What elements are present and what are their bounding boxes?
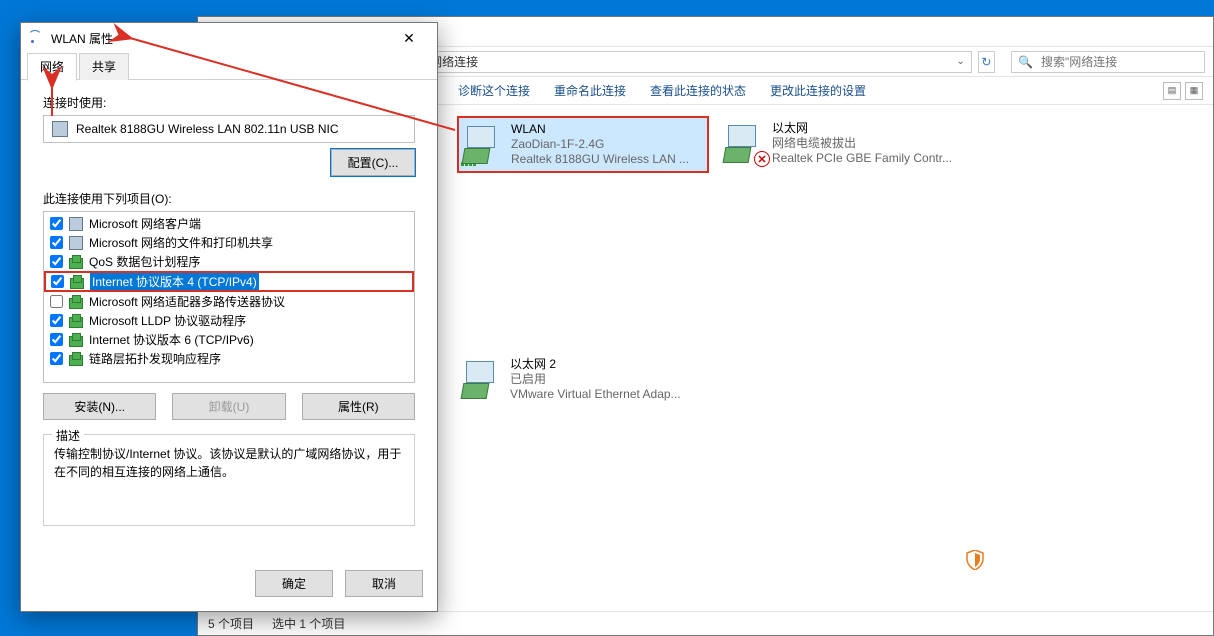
tab-label: 共享 [92,60,116,74]
ok-button[interactable]: 确定 [255,570,333,597]
description-groupbox: 描述 传输控制协议/Internet 协议。该协议是默认的广域网络协议，用于在不… [43,434,415,526]
connection-item[interactable]: 以太网 2已启用VMware Virtual Ethernet Adap... [458,353,708,406]
wifi-icon [29,31,43,45]
protocol-checkbox[interactable] [50,333,63,346]
description-legend: 描述 [52,427,84,444]
protocol-item[interactable]: Internet 协议版本 4 (TCP/IPv4) [45,272,413,291]
view-mode-buttons: ▤ ▦ [1163,82,1203,100]
tab-label: 网络 [40,60,64,74]
breadcrumb[interactable]: 控制面板项 › 网络连接 ⌄ [352,51,972,73]
toolbar-view-status[interactable]: 查看此连接的状态 [650,82,746,99]
items-label: 此连接使用下列项目(O): [43,190,415,207]
protocol-name: Microsoft LLDP 协议驱动程序 [89,312,246,329]
protocol-name: QoS 数据包计划程序 [89,253,200,270]
signal-bars-icon [461,153,476,166]
refresh-icon: ↻ [981,55,991,69]
protocol-icon [69,314,83,328]
connection-status: 已启用 [510,372,681,387]
protocol-buttons: 安装(N)... 卸载(U) 属性(R) [43,393,415,420]
view-tiles-icon[interactable]: ▦ [1185,82,1203,100]
protocol-item[interactable]: 链路层拓扑发现响应程序 [44,349,414,368]
connection-item[interactable]: WLANZaoDian-1F-2.4GRealtek 8188GU Wirele… [458,117,708,172]
connection-name: 以太网 2 [510,357,681,372]
adapter-name-text: Realtek 8188GU Wireless LAN 802.11n USB … [76,122,339,136]
protocol-name: Microsoft 网络的文件和打印机共享 [89,234,273,251]
connection-name: WLAN [511,122,689,137]
dialog-title: WLAN 属性 [51,30,381,47]
protocol-name: Internet 协议版本 4 (TCP/IPv4) [90,273,259,290]
protocol-icon [70,275,84,289]
configure-button[interactable]: 配置(C)... [331,149,415,176]
connection-device: Realtek 8188GU Wireless LAN ... [511,152,689,167]
toolbar-change-settings[interactable]: 更改此连接的设置 [770,82,866,99]
connection-device: VMware Virtual Ethernet Adap... [510,387,681,402]
search-icon: 🔍 [1018,55,1033,69]
search-box[interactable]: 🔍 [1011,51,1205,73]
protocol-icon [69,352,83,366]
tab-network[interactable]: 网络 [27,53,77,81]
view-details-icon[interactable]: ▤ [1163,82,1181,100]
protocol-name: Internet 协议版本 6 (TCP/IPv6) [89,331,254,348]
description-text: 传输控制协议/Internet 协议。该协议是默认的广域网络协议，用于在不同的相… [54,445,404,481]
protocol-name: Microsoft 网络适配器多路传送器协议 [89,293,285,310]
protocol-item[interactable]: Microsoft 网络客户端 [44,214,414,233]
toolbar-diagnose[interactable]: 诊断这个连接 [458,82,530,99]
tab-sharing[interactable]: 共享 [79,53,129,80]
adapter-field: Realtek 8188GU Wireless LAN 802.11n USB … [43,115,415,143]
protocol-checkbox[interactable] [50,255,63,268]
connection-device: Realtek PCIe GBE Family Contr... [772,151,952,166]
protocol-listbox[interactable]: Microsoft 网络客户端 Microsoft 网络的文件和打印机共享 QoS … [43,211,415,383]
search-input[interactable] [1039,54,1198,70]
uninstall-button: 卸载(U) [172,393,285,420]
protocol-item[interactable]: Microsoft LLDP 协议驱动程序 [44,311,414,330]
security-shield-icon [966,550,984,570]
install-button[interactable]: 安装(N)... [43,393,156,420]
protocol-name: Microsoft 网络客户端 [89,215,201,232]
client-icon [69,236,83,250]
protocol-checkbox[interactable] [50,352,63,365]
toolbar-rename[interactable]: 重命名此连接 [554,82,626,99]
protocol-checkbox[interactable] [50,295,63,308]
connection-status: ZaoDian-1F-2.4G [511,137,689,152]
tabstrip: 网络 共享 [21,53,437,80]
protocol-item[interactable]: Microsoft 网络的文件和打印机共享 [44,233,414,252]
network-adapter-icon [463,122,505,164]
connection-item[interactable]: ✕以太网网络电缆被拔出Realtek PCIe GBE Family Contr… [720,117,970,170]
cancel-button[interactable]: 取消 [345,570,423,597]
explorer-statusbar: 5 个项目 选中 1 个项目 [198,611,1213,635]
wlan-properties-dialog: WLAN 属性 ✕ 网络 共享 连接时使用: Realtek 8188GU Wi… [20,22,438,612]
disconnected-icon: ✕ [754,151,770,167]
protocol-icon [69,255,83,269]
protocol-icon [69,333,83,347]
connection-status: 网络电缆被拔出 [772,136,952,151]
refresh-button[interactable]: ↻ [978,51,995,73]
connect-using-label: 连接时使用: [43,94,415,111]
protocol-checkbox[interactable] [51,275,64,288]
status-selected-count: 选中 1 个项目 [272,615,345,632]
dialog-footer: 确定 取消 [21,560,437,611]
status-item-count: 5 个项目 [208,615,254,632]
protocol-item[interactable]: Internet 协议版本 6 (TCP/IPv6) [44,330,414,349]
dialog-titlebar: WLAN 属性 ✕ [21,23,437,53]
network-adapter-icon [462,357,504,399]
connection-name: 以太网 [772,121,952,136]
protocol-checkbox[interactable] [50,314,63,327]
protocol-icon [69,295,83,309]
network-adapter-icon: ✕ [724,121,766,163]
network-adapter-icon [52,121,68,137]
protocol-name: 链路层拓扑发现响应程序 [89,350,221,367]
properties-button[interactable]: 属性(R) [302,393,415,420]
close-button[interactable]: ✕ [389,24,429,52]
client-icon [69,217,83,231]
protocol-checkbox[interactable] [50,217,63,230]
dialog-body: 连接时使用: Realtek 8188GU Wireless LAN 802.1… [21,80,437,560]
breadcrumb-dropdown[interactable]: ⌄ [956,56,964,67]
protocol-item[interactable]: QoS 数据包计划程序 [44,252,414,271]
protocol-checkbox[interactable] [50,236,63,249]
protocol-item[interactable]: Microsoft 网络适配器多路传送器协议 [44,292,414,311]
